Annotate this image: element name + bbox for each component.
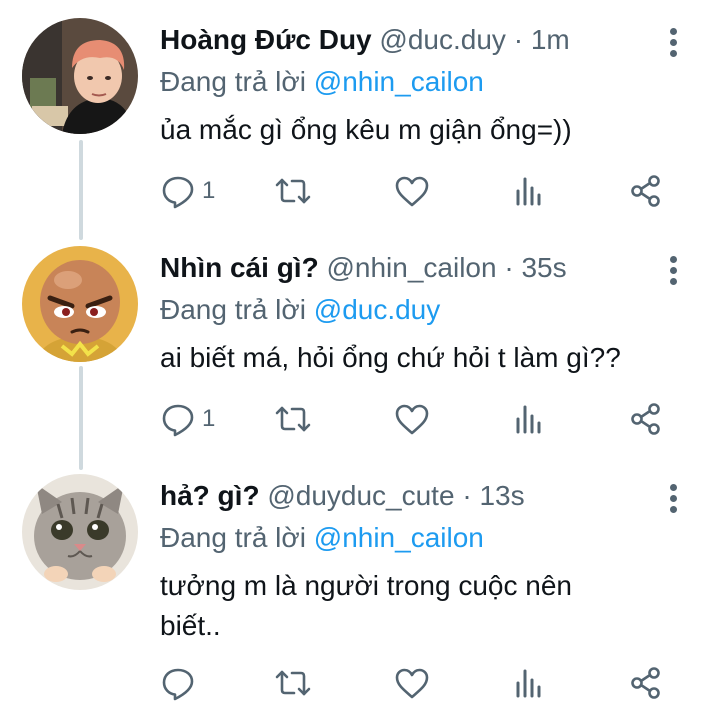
tweet-actions: 1	[0, 394, 720, 444]
reply-count: 1	[202, 177, 216, 204]
heart-icon	[395, 176, 429, 207]
reply-icon	[162, 668, 194, 701]
avatar[interactable]	[22, 18, 138, 134]
display-name[interactable]: Hoàng Đức Duy	[160, 24, 372, 55]
tweet-2[interactable]: Nhìn cái gì? @nhin_cailon · 35s Đang trả…	[0, 246, 720, 456]
retweet-icon	[275, 178, 311, 204]
timestamp[interactable]: 35s	[521, 252, 566, 283]
retweet-button[interactable]	[275, 166, 311, 216]
replying-to-label: Đang trả lời	[160, 66, 306, 97]
share-icon	[631, 175, 660, 207]
timestamp[interactable]: 13s	[479, 480, 524, 511]
reply-icon	[162, 404, 194, 437]
views-button[interactable]	[511, 166, 547, 216]
share-button[interactable]	[628, 166, 664, 216]
replying-to-label: Đang trả lời	[160, 522, 306, 553]
views-icon	[516, 405, 541, 434]
tweet-text: tưởng m là người trong cuộc nên biết..	[160, 570, 572, 641]
reply-icon	[162, 176, 194, 209]
like-button[interactable]	[394, 658, 430, 706]
replying-to: Đang trả lời @nhin_cailon	[160, 518, 484, 558]
retweet-button[interactable]	[275, 394, 311, 444]
replying-to: Đang trả lời @nhin_cailon	[160, 62, 484, 102]
views-icon	[516, 669, 541, 698]
share-button[interactable]	[628, 394, 664, 444]
retweet-button[interactable]	[275, 658, 311, 706]
replying-to-label: Đang trả lời	[160, 294, 306, 325]
separator-dot: ·	[462, 480, 472, 511]
views-button[interactable]	[511, 394, 547, 444]
avatar[interactable]	[22, 246, 138, 362]
share-icon	[631, 667, 660, 699]
reply-mention-link[interactable]: @nhin_cailon	[314, 522, 484, 553]
reply-count: 1	[202, 405, 216, 432]
more-vertical-icon[interactable]	[665, 28, 681, 58]
display-name[interactable]: Nhìn cái gì?	[160, 252, 319, 283]
more-vertical-icon[interactable]	[665, 484, 681, 514]
timestamp[interactable]: 1m	[531, 24, 570, 55]
user-handle[interactable]: @duc.duy	[379, 24, 506, 55]
separator-dot: ·	[513, 24, 524, 55]
heart-icon	[395, 668, 429, 699]
share-icon	[631, 403, 660, 435]
reply-mention-link[interactable]: @nhin_cailon	[314, 66, 484, 97]
tweet-1[interactable]: Hoàng Đức Duy @duc.duy · 1m Đang trả lời…	[0, 18, 720, 228]
separator-dot: ·	[504, 252, 514, 283]
reply-button[interactable]: 1	[160, 166, 215, 216]
reply-mention-link[interactable]: @duc.duy	[314, 294, 441, 325]
tweet-actions: 1	[0, 166, 720, 216]
replying-to: Đang trả lời @duc.duy	[160, 290, 440, 330]
tweet-header: Hoàng Đức Duy @duc.duy · 1m	[160, 18, 570, 62]
heart-icon	[395, 404, 429, 435]
tweet-3[interactable]: hả? gì? @duyduc_cute · 13s Đang trả lời …	[0, 474, 720, 706]
user-handle[interactable]: @duyduc_cute	[267, 480, 454, 511]
reply-button[interactable]: 1	[160, 394, 215, 444]
reply-button[interactable]	[160, 658, 202, 706]
tweet-text: ủa mắc gì ổng kêu m giận ổng=))	[160, 114, 572, 145]
tweet-header: Nhìn cái gì? @nhin_cailon · 35s	[160, 246, 567, 290]
like-button[interactable]	[394, 166, 430, 216]
retweet-icon	[275, 670, 311, 696]
user-handle[interactable]: @nhin_cailon	[326, 252, 496, 283]
views-icon	[516, 177, 541, 206]
tweet-actions	[0, 658, 720, 706]
retweet-icon	[275, 406, 311, 432]
tweet-header: hả? gì? @duyduc_cute · 13s	[160, 474, 525, 518]
tweet-text: ai biết má, hỏi ổng chứ hỏi t làm gì??	[160, 342, 621, 373]
views-button[interactable]	[511, 658, 547, 706]
avatar[interactable]	[22, 474, 138, 590]
more-vertical-icon[interactable]	[665, 256, 681, 286]
share-button[interactable]	[628, 658, 664, 706]
display-name[interactable]: hả? gì?	[160, 480, 260, 511]
like-button[interactable]	[394, 394, 430, 444]
